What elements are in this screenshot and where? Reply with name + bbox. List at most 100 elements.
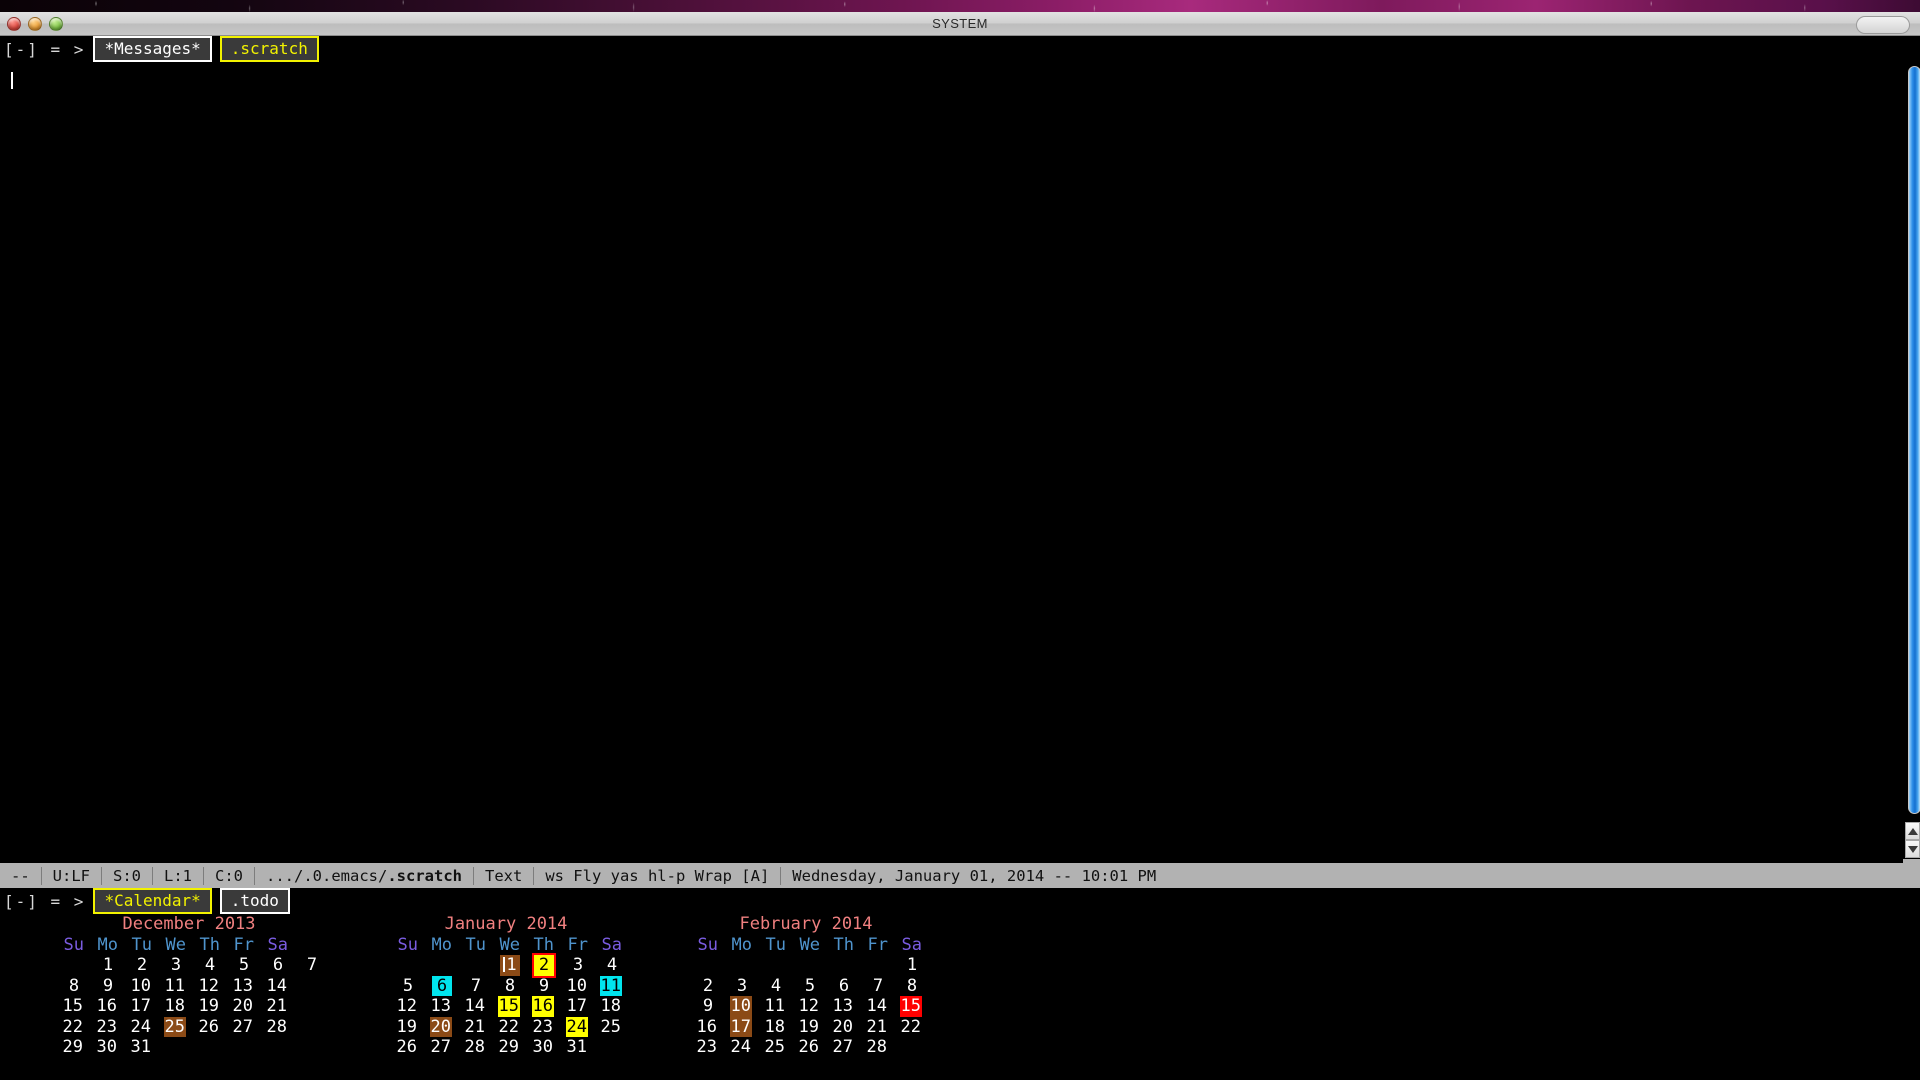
- calendar-day[interactable]: 14: [854, 996, 888, 1017]
- calendar-day[interactable]: 24: [554, 1016, 588, 1037]
- calendar-day[interactable]: 23: [84, 1017, 118, 1038]
- scroll-up-button[interactable]: [1905, 822, 1920, 840]
- calendar-day[interactable]: 9: [520, 976, 554, 997]
- scrollbar-thumb[interactable]: [1908, 66, 1920, 814]
- calendar-day[interactable]: 12: [384, 996, 418, 1017]
- calendar-day[interactable]: 3: [718, 976, 752, 997]
- calendar-day[interactable]: 31: [118, 1037, 152, 1058]
- calendar-day[interactable]: 25: [752, 1037, 786, 1058]
- scrollbar-track[interactable]: [1905, 62, 1920, 820]
- calendar-day[interactable]: 4: [588, 955, 622, 976]
- calendar-day[interactable]: 15: [486, 996, 520, 1017]
- calendar-day[interactable]: 17: [554, 996, 588, 1017]
- calendar-day[interactable]: 18: [152, 996, 186, 1017]
- calendar-day[interactable]: 8: [888, 976, 922, 997]
- tab-todo[interactable]: .todo: [219, 888, 290, 914]
- calendar-day[interactable]: 27: [418, 1037, 452, 1058]
- scroll-down-button[interactable]: [1905, 840, 1920, 858]
- calendar-day[interactable]: 19: [186, 996, 220, 1017]
- calendar-day[interactable]: 22: [888, 1017, 922, 1038]
- calendar-day[interactable]: 7: [288, 955, 322, 976]
- vertical-scrollbar[interactable]: [1903, 62, 1920, 863]
- calendar-day[interactable]: 1: [486, 955, 520, 976]
- calendar-day[interactable]: 30: [520, 1037, 554, 1058]
- calendar-day[interactable]: 2: [118, 955, 152, 976]
- calendar-day[interactable]: 20: [820, 1017, 854, 1038]
- tab-calendar[interactable]: *Calendar*: [93, 888, 212, 914]
- calendar-day[interactable]: 22: [50, 1017, 84, 1038]
- calendar-day[interactable]: 7: [452, 976, 486, 997]
- calendar-day[interactable]: 5: [786, 976, 820, 997]
- calendar-day[interactable]: 5: [220, 955, 254, 976]
- maximize-button-icon[interactable]: [49, 16, 63, 31]
- tab-scratch[interactable]: .scratch: [219, 36, 319, 62]
- calendar-day[interactable]: 4: [186, 955, 220, 976]
- tab-messages[interactable]: *Messages*: [93, 36, 212, 62]
- calendar-day[interactable]: 12: [186, 976, 220, 997]
- calendar-day[interactable]: 11: [588, 975, 622, 996]
- calendar-day[interactable]: 16: [84, 996, 118, 1017]
- calendar-day[interactable]: 20: [418, 1016, 452, 1037]
- calendar-day[interactable]: 13: [220, 976, 254, 997]
- calendar-day[interactable]: 24: [718, 1037, 752, 1058]
- calendar-day[interactable]: 23: [520, 1017, 554, 1038]
- toolbar-toggle-button[interactable]: [1856, 16, 1910, 34]
- calendar-day[interactable]: 19: [384, 1017, 418, 1038]
- calendar-day[interactable]: 6: [820, 976, 854, 997]
- calendar-day[interactable]: 18: [588, 996, 622, 1017]
- calendar-day[interactable]: 23: [684, 1037, 718, 1058]
- calendar-day[interactable]: 21: [254, 996, 288, 1017]
- calendar-day[interactable]: 27: [820, 1037, 854, 1058]
- calendar-day[interactable]: 28: [854, 1037, 888, 1058]
- calendar-day[interactable]: 2: [520, 953, 556, 978]
- calendar-day[interactable]: 9: [684, 996, 718, 1017]
- calendar-day[interactable]: 11: [752, 996, 786, 1017]
- calendar-day[interactable]: 17: [118, 996, 152, 1017]
- calendar-day[interactable]: 1: [888, 955, 922, 976]
- scratch-buffer[interactable]: [0, 62, 1920, 876]
- calendar-day[interactable]: 26: [786, 1037, 820, 1058]
- calendar-day[interactable]: 16: [520, 996, 554, 1017]
- calendar-day[interactable]: 14: [452, 996, 486, 1017]
- calendar-day[interactable]: 26: [186, 1017, 220, 1038]
- calendar-day[interactable]: 4: [752, 976, 786, 997]
- calendar-day[interactable]: 2: [684, 976, 718, 997]
- calendar-day[interactable]: 10: [554, 976, 588, 997]
- calendar-day[interactable]: 11: [152, 976, 186, 997]
- calendar-day[interactable]: 9: [84, 976, 118, 997]
- calendar-day[interactable]: 15: [50, 996, 84, 1017]
- calendar-day[interactable]: 13: [418, 996, 452, 1017]
- calendar-day[interactable]: 22: [486, 1017, 520, 1038]
- calendar-day[interactable]: 16: [684, 1017, 718, 1038]
- calendar-day[interactable]: 28: [452, 1037, 486, 1058]
- calendar-day[interactable]: 12: [786, 996, 820, 1017]
- calendar-day[interactable]: 25: [152, 1016, 186, 1037]
- calendar-day[interactable]: 15: [888, 996, 922, 1017]
- window-titlebar[interactable]: SYSTEM: [0, 12, 1920, 36]
- calendar-day[interactable]: 3: [554, 955, 588, 976]
- calendar-day[interactable]: 7: [854, 976, 888, 997]
- minimize-button-icon[interactable]: [28, 16, 42, 31]
- calendar-day[interactable]: 10: [118, 976, 152, 997]
- calendar-day[interactable]: 21: [452, 1017, 486, 1038]
- calendar-day[interactable]: 27: [220, 1017, 254, 1038]
- calendar-day[interactable]: 29: [486, 1037, 520, 1058]
- calendar-day[interactable]: 31: [554, 1037, 588, 1058]
- calendar-day[interactable]: 8: [50, 976, 84, 997]
- calendar-day[interactable]: 17: [718, 1016, 752, 1037]
- calendar-day[interactable]: 6: [254, 955, 288, 976]
- calendar-day[interactable]: 20: [220, 996, 254, 1017]
- calendar-day[interactable]: 8: [486, 976, 520, 997]
- close-button-icon[interactable]: [7, 16, 21, 31]
- calendar-buffer[interactable]: December 2013 Su Mo Tu We Th Fr Sa 1 2 3 4 5 6 7 8 9 10 11…: [0, 914, 1920, 1080]
- calendar-day[interactable]: 24: [118, 1017, 152, 1038]
- calendar-day[interactable]: 13: [820, 996, 854, 1017]
- calendar-day[interactable]: 10: [718, 996, 752, 1017]
- calendar-day[interactable]: 18: [752, 1017, 786, 1038]
- calendar-day[interactable]: 26: [384, 1037, 418, 1058]
- calendar-day[interactable]: 14: [254, 976, 288, 997]
- calendar-day[interactable]: 25: [588, 1017, 622, 1038]
- calendar-day[interactable]: 29: [50, 1037, 84, 1058]
- calendar-day[interactable]: 3: [152, 955, 186, 976]
- calendar-day[interactable]: 21: [854, 1017, 888, 1038]
